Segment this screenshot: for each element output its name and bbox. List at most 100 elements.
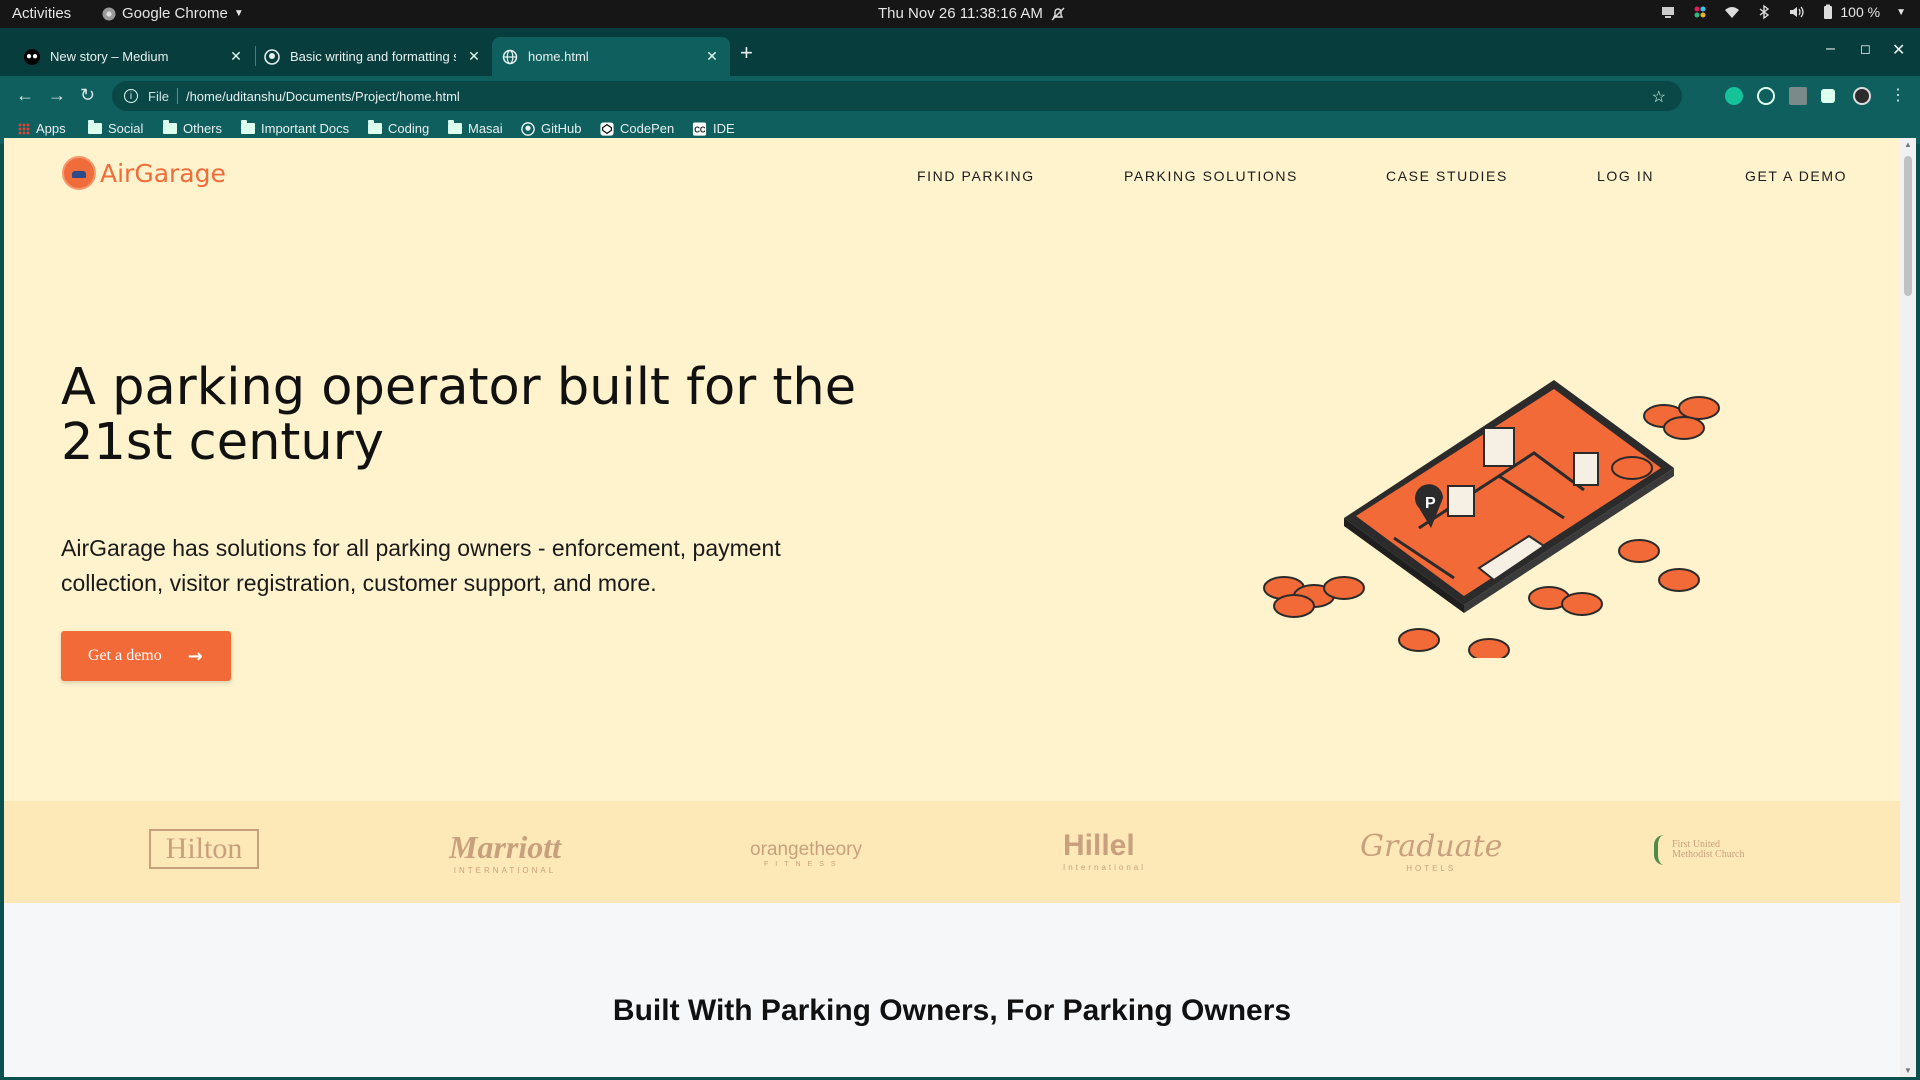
tab-github[interactable]: Basic writing and formatting sy ✕	[254, 37, 492, 76]
cross-flame-icon	[1654, 835, 1668, 865]
bookmark-label: Apps	[36, 121, 66, 136]
chrome-icon	[102, 7, 116, 20]
minimize-button[interactable]: –	[1826, 40, 1835, 58]
scroll-down-icon[interactable]: ▼	[1904, 1066, 1912, 1075]
tab-title: home.html	[528, 49, 589, 64]
clock-text: Thu Nov 26 11:38:16 AM	[878, 5, 1043, 22]
clock[interactable]: Thu Nov 26 11:38:16 AM	[878, 5, 1065, 22]
nav-log-in[interactable]: LOG IN	[1597, 168, 1654, 184]
marriott-subtext: INTERNATIONAL	[453, 866, 557, 875]
hillel-logo: Hillel International	[1063, 829, 1146, 872]
close-window-button[interactable]: ✕	[1892, 40, 1905, 60]
svg-text:P: P	[1425, 495, 1436, 512]
bookmark-label: Others	[183, 121, 223, 136]
apps-icon	[18, 122, 30, 135]
github-icon	[521, 121, 535, 136]
battery-status: 100 %	[1820, 4, 1880, 20]
folder-icon	[88, 120, 102, 134]
bookmark-label: CodePen	[620, 121, 675, 136]
tab-title: Basic writing and formatting sy	[290, 49, 456, 64]
grammarly-icon[interactable]	[1725, 87, 1743, 105]
activities-button[interactable]: Activities	[12, 5, 71, 22]
arrow-right-icon: →	[187, 645, 203, 667]
hillel-subtext: International	[1063, 863, 1147, 872]
scrollbar-thumb[interactable]	[1904, 156, 1912, 296]
tab-strip: ●● New story – Medium ✕ Basic writing an…	[0, 28, 1920, 76]
scroll-up-icon[interactable]: ▲	[1904, 140, 1912, 149]
browser-toolbar: ← → ↻ i File /home/uditanshu/Documents/P…	[0, 76, 1920, 116]
divider	[176, 88, 178, 104]
hero-title: A parking operator built for the 21st ce…	[61, 358, 857, 472]
folder-icon	[368, 120, 382, 134]
reload-button[interactable]: ↻	[80, 85, 95, 106]
close-icon[interactable]: ✕	[466, 48, 482, 65]
globe-icon	[502, 49, 518, 64]
battery-percent: 100 %	[1840, 4, 1881, 20]
logo-car-icon	[62, 156, 96, 190]
bookmark-label: GitHub	[541, 121, 582, 136]
app-menu[interactable]: Google Chrome ▼	[102, 5, 244, 22]
battery-icon	[1824, 4, 1833, 19]
cta-label: Get a demo	[88, 647, 162, 664]
bookmark-star-icon[interactable]: ☆	[1652, 87, 1666, 107]
wifi-icon	[1725, 7, 1740, 18]
system-tray[interactable]: 100 % ▼	[1660, 4, 1906, 20]
svg-text:CC: CC	[694, 125, 706, 134]
bluetooth-icon	[1759, 4, 1770, 20]
nav-parking-solutions[interactable]: PARKING SOLUTIONS	[1124, 168, 1298, 184]
bookmark-important-docs[interactable]: Important Docs	[241, 120, 350, 136]
address-bar[interactable]: i File /home/uditanshu/Documents/Project…	[112, 81, 1682, 111]
site-logo[interactable]: AirGarage	[62, 156, 226, 190]
church-line-2: Methodist Church	[1672, 849, 1745, 860]
react-devtools-icon[interactable]	[1757, 87, 1775, 105]
tab-home-html[interactable]: home.html ✕	[492, 37, 730, 76]
folder-icon	[448, 120, 462, 134]
nav-case-studies[interactable]: CASE STUDIES	[1386, 168, 1508, 184]
chevron-down-icon: ▼	[1896, 6, 1906, 18]
bookmark-coding[interactable]: Coding	[368, 120, 429, 136]
puzzle-icon[interactable]	[1821, 89, 1835, 103]
slack-icon	[1694, 6, 1706, 18]
new-tab-button[interactable]: +	[740, 42, 753, 64]
church-name: First United Methodist Church	[1672, 840, 1745, 860]
back-button[interactable]: ←	[16, 85, 34, 106]
url-scheme: File	[148, 88, 169, 104]
close-icon[interactable]: ✕	[704, 48, 720, 65]
app-name: Google Chrome	[122, 5, 228, 22]
avatar[interactable]	[1853, 87, 1871, 105]
url-text: /home/uditanshu/Documents/Project/home.h…	[185, 88, 460, 104]
close-icon[interactable]: ✕	[228, 48, 244, 65]
bookmark-masai[interactable]: Masai	[448, 120, 503, 136]
orangetheory-wordmark: orangetheory	[750, 839, 862, 860]
ide-icon: CC	[692, 121, 707, 136]
orangetheory-logo: orangetheory FITNESS	[750, 839, 862, 868]
page-scrollbar[interactable]: ▲ ▼	[1900, 138, 1916, 1077]
menu-kebab-icon[interactable]: ⋮	[1890, 85, 1906, 105]
tab-medium[interactable]: ●● New story – Medium ✕	[14, 37, 254, 76]
chevron-down-icon: ▼	[233, 8, 244, 19]
bookmark-codepen[interactable]: CodePen	[600, 121, 674, 136]
owners-section: Built With Parking Owners, For Parking O…	[4, 903, 1900, 1077]
github-icon	[264, 48, 280, 65]
bookmark-apps[interactable]: Apps	[18, 121, 66, 136]
parking-phone-illustration: P	[1263, 380, 1720, 658]
bookmark-others[interactable]: Others	[163, 120, 223, 136]
bookmark-github[interactable]: GitHub	[521, 121, 581, 136]
marriott-logo: Marriott INTERNATIONAL	[449, 829, 561, 875]
get-demo-button[interactable]: Get a demo →	[61, 631, 231, 681]
extension-icon[interactable]	[1789, 87, 1807, 105]
medium-icon: ●●	[24, 48, 40, 65]
bookmark-label: Important Docs	[261, 121, 350, 136]
nav-get-a-demo[interactable]: GET A DEMO	[1745, 168, 1847, 184]
system-top-bar: Activities Google Chrome ▼ Thu Nov 26 11…	[0, 0, 1920, 28]
bookmark-label: Masai	[468, 121, 503, 136]
nav-find-parking[interactable]: FIND PARKING	[917, 168, 1035, 184]
info-icon[interactable]: i	[124, 89, 138, 103]
forward-button[interactable]: →	[48, 85, 66, 106]
bookmark-social[interactable]: Social	[88, 120, 143, 136]
screen-icon	[1662, 7, 1675, 18]
maximize-button[interactable]: ◻	[1860, 41, 1871, 57]
notifications-off-icon	[1051, 7, 1065, 20]
bookmark-ide[interactable]: CC IDE	[692, 121, 735, 136]
graduate-subtext: HOTELS	[1406, 864, 1457, 873]
